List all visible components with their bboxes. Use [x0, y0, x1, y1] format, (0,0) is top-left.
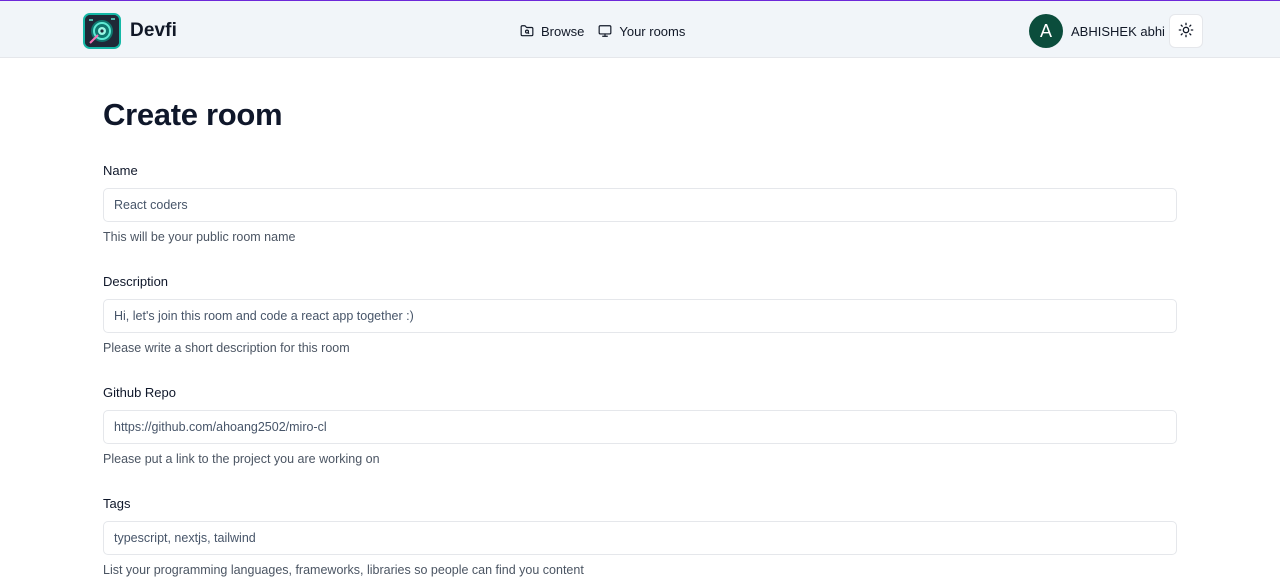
description-label: Description — [103, 274, 169, 289]
monitor-icon — [598, 24, 612, 38]
app-header: Devfi Browse Your rooms A ABHISHEK abhi — [0, 1, 1280, 58]
page-title: Create room — [103, 97, 283, 132]
theme-toggle-button[interactable] — [1169, 14, 1203, 48]
name-field-group: Name This will be your public room name — [103, 163, 1177, 244]
description-input[interactable] — [103, 299, 1177, 333]
main-nav: Browse Your rooms — [520, 21, 685, 41]
nav-browse[interactable]: Browse — [520, 24, 584, 39]
nav-your-rooms-label: Your rooms — [619, 23, 686, 39]
description-field-group: Description Please write a short descrip… — [103, 274, 1177, 355]
tags-help-text: List your programming languages, framewo… — [103, 563, 584, 577]
avatar: A — [1029, 14, 1063, 48]
user-menu[interactable]: A ABHISHEK abhi — [1029, 14, 1165, 48]
tags-input[interactable] — [103, 521, 1177, 555]
brand-name: Devfi — [130, 20, 177, 41]
brand-link[interactable]: Devfi — [83, 13, 177, 49]
github-repo-field-group: Github Repo Please put a link to the pro… — [103, 385, 1177, 466]
tags-field-group: Tags List your programming languages, fr… — [103, 496, 1177, 577]
devfi-logo-icon — [83, 13, 121, 49]
user-name: ABHISHEK abhi — [1071, 23, 1165, 39]
github-repo-input[interactable] — [103, 410, 1177, 444]
name-label: Name — [103, 163, 138, 178]
nav-browse-label: Browse — [541, 23, 585, 39]
tags-label: Tags — [103, 496, 131, 511]
github-repo-help-text: Please put a link to the project you are… — [103, 452, 380, 466]
name-input[interactable] — [103, 188, 1177, 222]
sun-icon — [1178, 22, 1194, 41]
folder-search-icon — [520, 24, 534, 38]
name-help-text: This will be your public room name — [103, 230, 296, 244]
nav-your-rooms[interactable]: Your rooms — [598, 24, 685, 39]
description-help-text: Please write a short description for thi… — [103, 341, 350, 355]
github-repo-label: Github Repo — [103, 385, 176, 400]
